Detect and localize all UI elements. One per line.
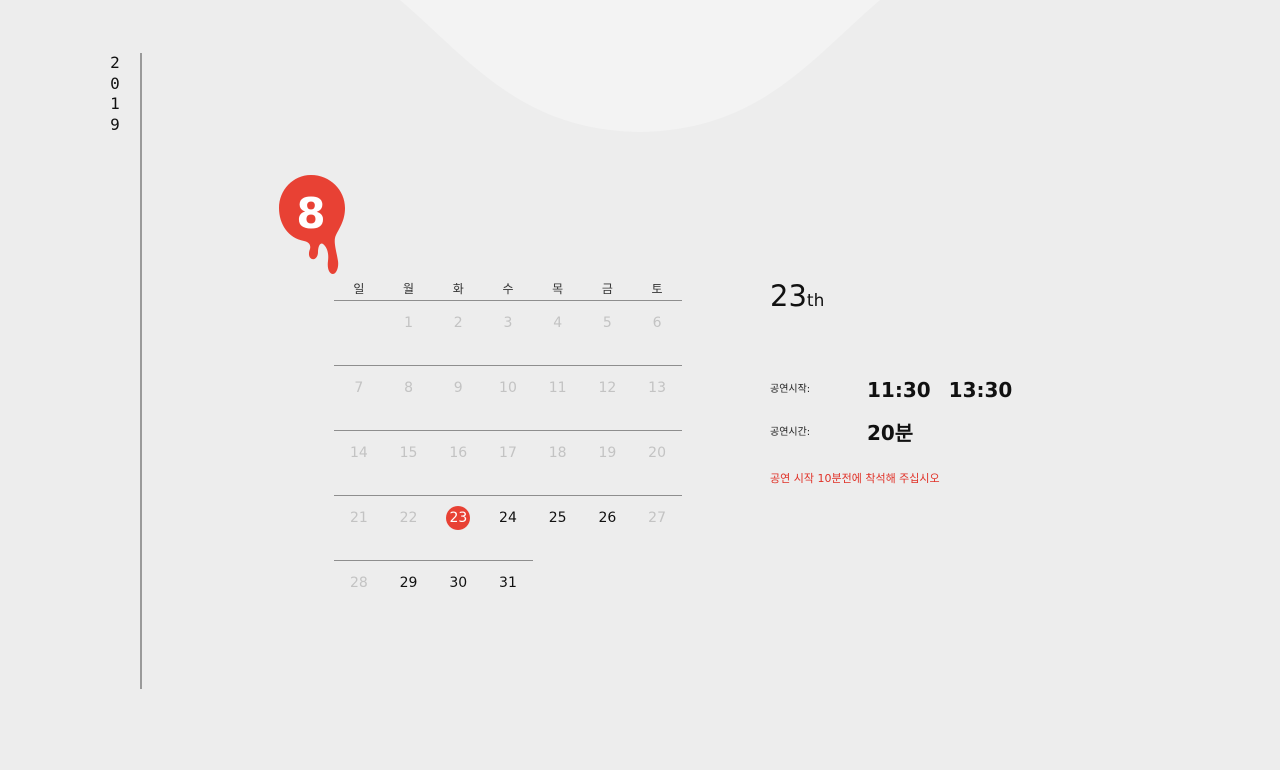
calendar-day-9: 9 — [453, 380, 463, 396]
calendar-day-13: 13 — [648, 380, 666, 396]
calendar-day-24[interactable]: 24 — [483, 496, 533, 540]
weekday-wed: 수 — [502, 282, 514, 296]
calendar-day-12: 12 — [598, 380, 617, 396]
performance-info: 23th 공연시작: 11:30 13:30 공연시간: 20분 공연 시작 10… — [770, 276, 1230, 485]
background-wave — [400, 0, 880, 132]
calendar-day-23[interactable]: 23 — [433, 496, 483, 540]
calendar-day-20: 20 — [648, 445, 666, 461]
calendar-day-empty — [334, 301, 384, 345]
year-label: 2019 — [110, 53, 120, 134]
start-time-label: 공연시작: — [770, 384, 811, 395]
calendar-week-row: 28 29 30 31 — [334, 561, 682, 626]
duration-label: 공연시간: — [770, 427, 811, 438]
start-times: 11:30 13:30 — [867, 375, 1012, 405]
calendar-day-4: 4 — [553, 315, 563, 331]
calendar-day-6: 6 — [652, 315, 662, 331]
weekday-header: 일 월 화 수 목 금 토 — [334, 278, 682, 301]
selected-date: 23th — [770, 276, 1230, 321]
calendar-week-row: 21 22 23 24 25 26 27 — [334, 496, 682, 561]
weekday-mon: 월 — [403, 282, 415, 296]
selected-date-suffix: th — [806, 291, 825, 311]
weekday-tue: 화 — [452, 282, 464, 296]
calendar-day-25[interactable]: 25 — [533, 496, 583, 540]
weekday-thu: 목 — [552, 282, 564, 296]
duration-row: 공연시간: 20분 — [770, 418, 1230, 448]
calendar-day-3: 3 — [503, 315, 513, 331]
calendar-day-7: 7 — [354, 380, 364, 396]
calendar-day-17: 17 — [499, 445, 517, 461]
calendar-day-empty — [533, 561, 583, 605]
calendar-week-row: 14 15 16 17 18 19 20 — [334, 431, 682, 496]
calendar-day-21: 21 — [349, 510, 368, 526]
calendar-day-27: 27 — [648, 510, 666, 526]
calendar-day-15: 15 — [399, 445, 418, 461]
calendar-day-14: 14 — [349, 445, 368, 461]
seating-notice: 공연 시작 10분전에 착석해 주십시오 — [770, 472, 940, 485]
calendar-grid: 1 2 3 4 5 6 7 8 9 10 11 12 13 14 15 16 17 18 19 20 21 22 23 24 2… — [334, 301, 682, 626]
duration-value: 20분 — [867, 421, 914, 445]
calendar-day-28: 28 — [349, 575, 368, 591]
month-badge: 8 — [278, 175, 348, 277]
calendar-day-19: 19 — [598, 445, 617, 461]
calendar-day-26[interactable]: 26 — [583, 496, 633, 540]
calendar-week-row: 7 8 9 10 11 12 13 — [334, 366, 682, 431]
start-time-1[interactable]: 11:30 — [867, 378, 931, 402]
calendar-week-row: 1 2 3 4 5 6 — [334, 301, 682, 366]
weekday-fri: 금 — [601, 282, 613, 296]
selected-date-number: 23 — [770, 279, 807, 313]
calendar-day-1: 1 — [404, 315, 414, 331]
weekday-sat: 토 — [651, 282, 663, 296]
weekday-sun: 일 — [353, 282, 365, 296]
start-time-row: 공연시작: 11:30 13:30 — [770, 375, 1230, 405]
calendar-day-empty — [632, 561, 682, 605]
selected-day-marker[interactable]: 23 — [446, 506, 471, 530]
calendar-day-5: 5 — [602, 315, 612, 331]
calendar-day-empty — [583, 561, 633, 605]
calendar-day-29[interactable]: 29 — [384, 561, 434, 605]
calendar: 일 월 화 수 목 금 토 1 2 3 4 5 6 7 8 9 10 11 12 13 14 15 16 17 1… — [334, 278, 682, 626]
start-time-2[interactable]: 13:30 — [949, 378, 1013, 402]
calendar-day-16: 16 — [449, 445, 468, 461]
timeline-line — [140, 53, 142, 689]
calendar-day-11: 11 — [548, 380, 567, 396]
calendar-day-22: 22 — [399, 510, 418, 526]
month-number: 8 — [296, 189, 326, 238]
calendar-day-18: 18 — [548, 445, 567, 461]
calendar-day-2: 2 — [453, 315, 463, 331]
calendar-day-31[interactable]: 31 — [483, 561, 533, 605]
calendar-day-30[interactable]: 30 — [433, 561, 483, 605]
calendar-day-8: 8 — [404, 380, 414, 396]
calendar-day-10: 10 — [499, 380, 517, 396]
